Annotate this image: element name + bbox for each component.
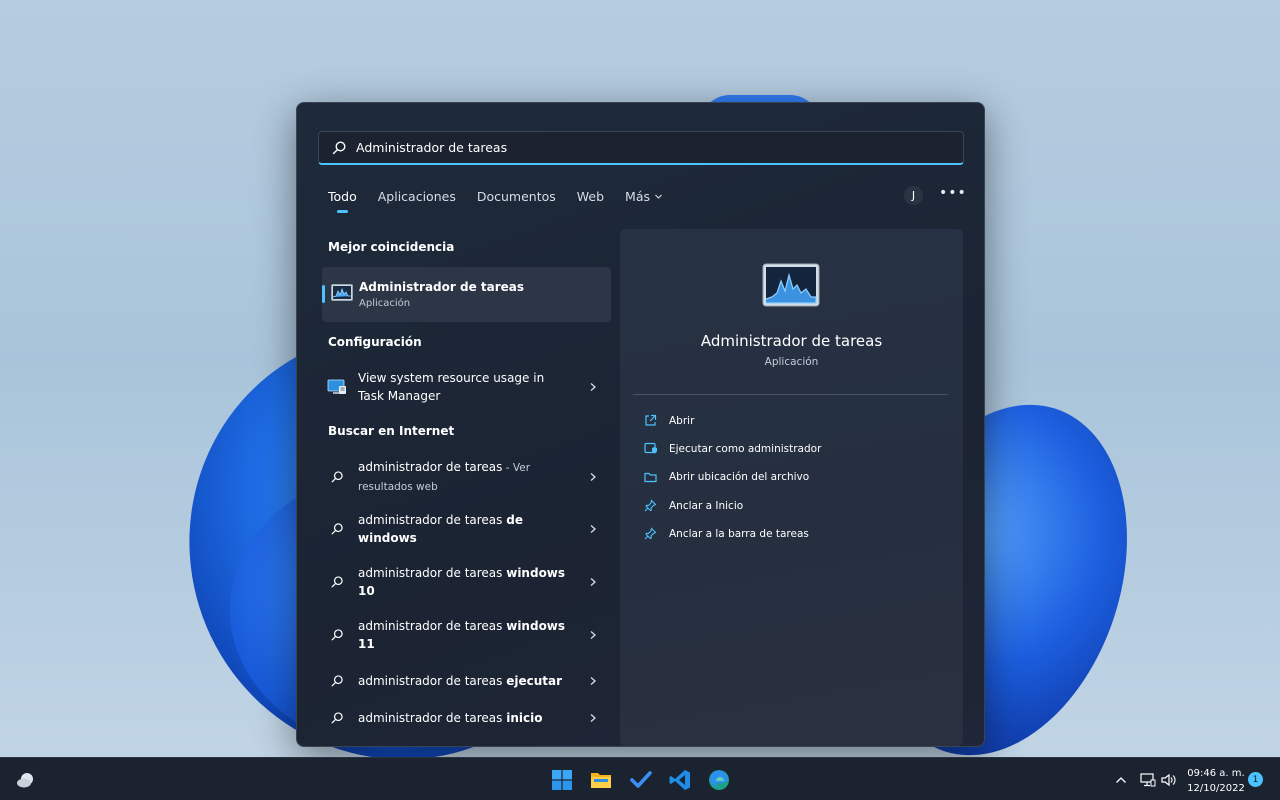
search-panel: Todo Aplicaciones Documentos Web Más J •… — [296, 102, 985, 747]
settings-result-line2: Task Manager — [358, 389, 441, 403]
task-manager-icon — [762, 263, 820, 311]
search-icon — [322, 470, 352, 484]
action-pin-taskbar[interactable]: Anclar a la barra de tareas — [642, 527, 809, 540]
search-input[interactable] — [356, 140, 936, 155]
chevron-right-icon — [589, 472, 597, 482]
web-result-item[interactable]: administrador de tareas ejecutar — [322, 672, 611, 690]
chevron-down-icon — [654, 189, 663, 204]
chevron-right-icon — [589, 524, 597, 534]
web-result-item[interactable]: administrador de tareas windows 10 — [322, 564, 611, 600]
tab-documentos[interactable]: Documentos — [477, 189, 556, 204]
best-match-type: Aplicación — [359, 298, 411, 309]
file-explorer-icon[interactable] — [589, 768, 613, 792]
more-options-button[interactable]: ••• — [939, 185, 967, 201]
chevron-right-icon — [589, 382, 597, 392]
best-match-item[interactable]: Administrador de tareas Aplicación — [322, 267, 611, 322]
network-icon[interactable] — [1137, 768, 1159, 792]
clock-date: 12/10/2022 — [1187, 783, 1245, 794]
volume-icon[interactable] — [1158, 768, 1180, 792]
weather-icon[interactable] — [14, 768, 38, 792]
taskbar: 09:46 a. m. 12/10/2022 1 — [0, 757, 1280, 800]
edge-icon[interactable] — [707, 768, 731, 792]
web-result-item[interactable]: administrador de tareas de windows — [322, 511, 611, 547]
tab-mas[interactable]: Más — [625, 189, 663, 204]
settings-result-line1: View system resource usage in — [358, 371, 545, 385]
action-run-as-admin[interactable]: Ejecutar como administrador — [642, 442, 821, 455]
notification-badge[interactable]: 1 — [1248, 772, 1263, 787]
tab-todo[interactable]: Todo — [328, 189, 357, 213]
web-result-item[interactable]: administrador de tareas - Ver resultados… — [322, 458, 611, 496]
search-icon — [322, 522, 352, 536]
chevron-right-icon — [589, 630, 597, 640]
chevron-right-icon — [589, 577, 597, 587]
task-manager-icon — [331, 283, 353, 307]
preview-subtitle: Aplicación — [764, 356, 819, 368]
search-icon — [322, 711, 352, 725]
clock-time: 09:46 a. m. — [1187, 768, 1245, 779]
action-open-file-location[interactable]: Abrir ubicación del archivo — [642, 471, 809, 483]
action-open[interactable]: Abrir — [642, 414, 694, 427]
pin-icon — [642, 499, 658, 512]
pin-icon — [642, 527, 658, 540]
search-box[interactable] — [318, 131, 964, 165]
best-match-heading: Mejor coincidencia — [328, 240, 455, 254]
settings-result-item[interactable]: View system resource usage in Task Manage… — [322, 369, 611, 405]
web-result-item[interactable]: administrador de tareas inicio — [322, 709, 611, 727]
chevron-up-icon[interactable] — [1110, 768, 1132, 792]
preview-pane: Administrador de tareas Aplicación Abrir… — [620, 229, 963, 746]
web-result-item[interactable]: administrador de tareas windows 11 — [322, 617, 611, 653]
system-clock[interactable]: 09:46 a. m. 12/10/2022 — [1185, 766, 1247, 796]
tab-web[interactable]: Web — [577, 189, 604, 204]
search-icon — [322, 674, 352, 688]
open-external-icon — [642, 414, 658, 427]
chevron-right-icon — [589, 713, 597, 723]
chevron-right-icon — [589, 676, 597, 686]
web-search-heading: Buscar en Internet — [328, 424, 455, 438]
monitor-settings-icon — [322, 378, 352, 396]
search-icon — [331, 140, 347, 156]
search-icon — [322, 575, 352, 589]
folder-icon — [642, 471, 658, 483]
action-pin-start[interactable]: Anclar a Inicio — [642, 499, 743, 512]
tab-aplicaciones[interactable]: Aplicaciones — [378, 189, 456, 204]
todo-icon[interactable] — [629, 768, 653, 792]
vscode-icon[interactable] — [668, 768, 692, 792]
account-avatar[interactable]: J — [904, 186, 923, 205]
filter-tabs: Todo Aplicaciones Documentos Web Más — [328, 189, 663, 213]
divider — [633, 394, 948, 395]
preview-title: Administrador de tareas — [700, 332, 883, 350]
best-match-name: Administrador de tareas — [359, 280, 525, 294]
admin-shield-icon — [642, 442, 658, 455]
search-icon — [322, 628, 352, 642]
windows-start-icon[interactable] — [550, 768, 574, 792]
settings-heading: Configuración — [328, 335, 422, 349]
